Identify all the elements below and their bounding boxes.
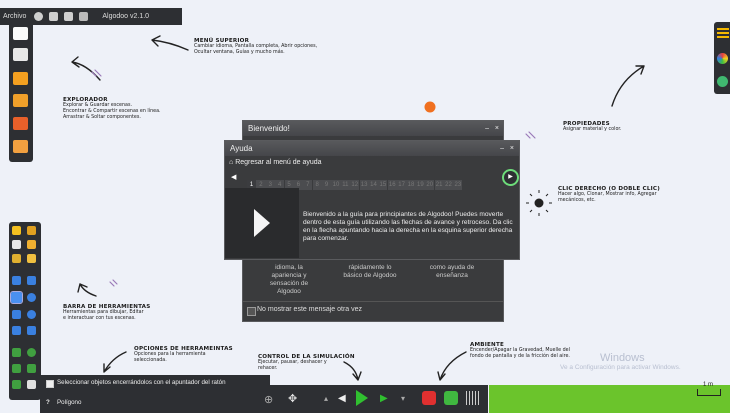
rotate-tool-icon[interactable] <box>12 254 21 263</box>
welcome-peek-3: como ayuda de enseñanza <box>429 264 475 279</box>
page-number[interactable]: 18 <box>406 180 416 190</box>
tool-name-label: Polígono <box>57 399 82 406</box>
page-number[interactable]: 20 <box>425 180 435 190</box>
tracer-tool-icon[interactable] <box>12 380 21 389</box>
page-number[interactable]: 15 <box>378 180 388 190</box>
page-number[interactable]: 22 <box>443 180 454 190</box>
undo-icon[interactable]: ◀ <box>338 393 346 404</box>
knife-tool-icon[interactable] <box>12 276 21 285</box>
next-page-button[interactable]: ▶ <box>502 169 519 186</box>
move-tool-icon[interactable] <box>12 240 21 249</box>
air-friction-icon[interactable] <box>444 391 458 405</box>
gear-tool-icon[interactable] <box>12 326 21 335</box>
page-number[interactable]: 8 <box>312 180 322 190</box>
page-number[interactable]: 19 <box>415 180 425 190</box>
page-number[interactable]: 17 <box>397 180 407 190</box>
more-icon[interactable]: ▾ <box>401 394 405 403</box>
tool-options-panel: Seleccionar objetos encerrándolos con el… <box>40 375 270 413</box>
polygon-tool-icon[interactable] <box>10 291 23 304</box>
arrow-tool-options <box>103 351 127 373</box>
welcome-close-icon[interactable]: × <box>495 121 499 136</box>
arrow-menu <box>151 35 189 51</box>
play-button-icon[interactable] <box>356 390 368 406</box>
welcome-divider <box>243 301 503 302</box>
welcome-peek-1: idioma, la apariencia y sensación de Alg… <box>269 264 309 295</box>
question-icon: ? <box>46 399 50 406</box>
page-number[interactable]: 21 <box>434 180 444 190</box>
page-number[interactable]: 14 <box>368 180 379 190</box>
scale-tool-icon[interactable] <box>27 254 36 263</box>
tool-bar <box>9 222 41 400</box>
drag-tool-icon[interactable] <box>27 240 36 249</box>
activation-watermark: Windows Ve a Configuración para activar … <box>560 352 681 371</box>
welcome-title-bar: Bienvenido! – × <box>243 121 503 136</box>
arrow-toolbar <box>77 283 97 297</box>
sun-icon <box>526 190 552 216</box>
play-icon <box>254 209 270 237</box>
back-label: Regresar al menú de ayuda <box>235 159 322 166</box>
welcome-peek-2: rápidamente lo básico de Algodoo <box>343 264 397 279</box>
page-number[interactable]: 9 <box>322 180 332 190</box>
sketch-tool-icon[interactable] <box>12 226 21 235</box>
scale-label: 1 m <box>703 382 714 388</box>
help-close-icon[interactable]: × <box>510 141 514 156</box>
page-number[interactable]: 12 <box>350 180 360 190</box>
dont-show-label: No mostrar este mensaje otra vez <box>257 306 363 313</box>
page-number[interactable]: 10 <box>331 180 341 190</box>
simulation-control-bar: ⊕ ✥ ▴ ◀ ▶ ▾ <box>258 385 488 413</box>
brush-tool-icon[interactable] <box>27 226 36 235</box>
help-body-text: Bienvenido a la guía para principiantes … <box>303 211 513 242</box>
help-minimize-icon[interactable]: – <box>500 141 504 156</box>
home-icon: ⌂ <box>229 159 234 166</box>
watermark-subtitle: Ve a Configuración para activar Windows. <box>560 364 681 371</box>
help-title: Ayuda <box>230 144 253 153</box>
page-number[interactable]: 7 <box>303 180 313 190</box>
redo-icon[interactable]: ▶ <box>380 393 388 404</box>
laser-tool-icon[interactable] <box>27 380 36 389</box>
orange-ball <box>424 101 436 113</box>
arrow-simulation <box>343 361 362 381</box>
play-video-area[interactable] <box>225 188 299 258</box>
page-number[interactable]: 23 <box>453 180 463 190</box>
page-number[interactable]: 11 <box>340 180 350 190</box>
dont-show-checkbox[interactable] <box>247 307 256 316</box>
thruster-tool-icon[interactable] <box>27 364 36 373</box>
gravity-icon[interactable] <box>422 391 436 405</box>
grid-toggle-icon[interactable] <box>466 391 480 405</box>
page-number[interactable]: 13 <box>359 180 369 190</box>
axle-tool-icon[interactable] <box>27 348 36 357</box>
spring-tool-icon[interactable] <box>12 348 21 357</box>
box-tool-icon[interactable] <box>12 310 21 319</box>
scale-indicator: 1 m <box>697 382 721 396</box>
plane-tool-icon[interactable] <box>27 310 36 319</box>
back-to-help-menu-link[interactable]: ⌂ Regresar al menú de ayuda <box>229 159 322 166</box>
chain-tool-icon[interactable] <box>27 326 36 335</box>
welcome-title: Bienvenido! <box>248 124 290 133</box>
select-by-lasso-checkbox[interactable] <box>46 380 54 388</box>
select-by-lasso-label: Seleccionar objetos encerrándolos con el… <box>57 379 226 386</box>
eraser-tool-icon[interactable] <box>27 276 36 285</box>
watermark-title: Windows <box>600 352 645 364</box>
help-title-bar: Ayuda – × <box>225 141 519 156</box>
zoom-out-icon[interactable]: ▴ <box>324 394 328 403</box>
ground-plane <box>489 385 730 413</box>
prev-page-icon[interactable]: ◀ <box>231 173 236 181</box>
zoom-icon[interactable]: ⊕ <box>264 393 273 406</box>
circle-tool-icon[interactable] <box>27 293 36 302</box>
welcome-minimize-icon[interactable]: – <box>485 121 489 136</box>
arrow-ambient <box>437 351 467 381</box>
arrow-properties <box>611 65 645 107</box>
pan-icon[interactable]: ✥ <box>288 392 297 405</box>
fixate-tool-icon[interactable] <box>12 364 21 373</box>
page-number[interactable]: 16 <box>387 180 397 190</box>
help-window: Ayuda – × ⌂ Regresar al menú de ayuda ◀ … <box>224 140 520 260</box>
